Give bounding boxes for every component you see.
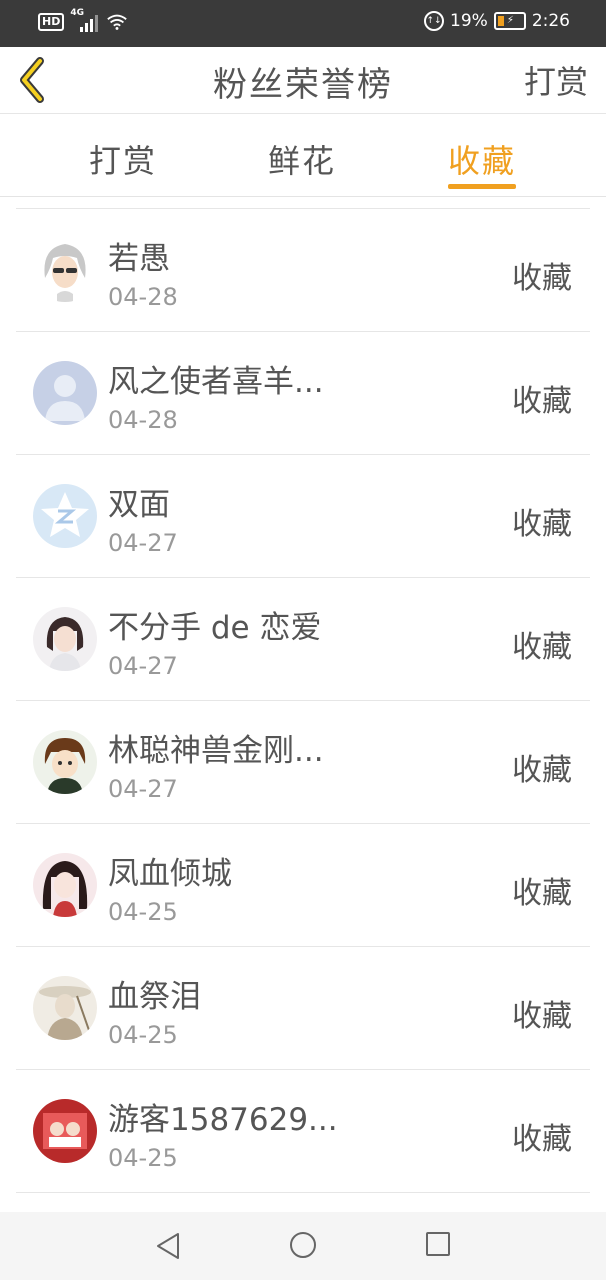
action-label: 收藏 — [512, 876, 572, 911]
date: 04-27 — [108, 775, 178, 803]
tab-flowers[interactable]: 鲜花 — [268, 136, 336, 182]
user-name: 林聪神兽金刚... — [108, 733, 324, 769]
signal-icon: 4G — [70, 8, 100, 32]
date: 04-27 — [108, 529, 178, 557]
action-label: 收藏 — [512, 261, 572, 296]
list-item[interactable]: 不分手 de 恋爱 04-27 收藏 — [16, 578, 590, 701]
status-right: ↑↓ 19% ⚡ 2:26 — [424, 11, 570, 31]
date: 04-27 — [108, 652, 178, 680]
action-label: 收藏 — [512, 384, 572, 419]
tab-tip-label: 打赏 — [89, 142, 158, 180]
date: 04-25 — [108, 898, 178, 926]
tab-bar: 打赏 鲜花 收藏 — [0, 114, 606, 197]
avatar-qq-star — [33, 484, 97, 548]
user-name: 凤血倾城 — [108, 856, 232, 892]
data-saver-icon: ↑↓ — [424, 11, 445, 31]
battery-percent: 19% — [450, 11, 488, 31]
list-item[interactable]: 风之使者喜羊... 04-28 收藏 — [16, 332, 590, 455]
nav-recents-icon[interactable] — [424, 1230, 452, 1258]
system-nav-bar — [0, 1212, 606, 1280]
fan-list: 若愚 04-28 收藏 风之使者喜羊... 04-28 收藏 双面 04-27 … — [16, 208, 590, 1193]
date: 04-28 — [108, 406, 178, 434]
battery-icon: ⚡ — [493, 12, 526, 30]
user-name: 双面 — [108, 487, 170, 523]
avatar-girl-photo — [33, 607, 97, 671]
date: 04-28 — [108, 283, 178, 311]
tab-tip[interactable]: 打赏 — [89, 136, 157, 182]
action-label: 收藏 — [512, 1122, 572, 1157]
action-label: 收藏 — [512, 630, 572, 665]
tip-button[interactable]: 打赏 — [524, 57, 588, 103]
tab-favorites-label: 收藏 — [448, 142, 517, 180]
avatar-anime-girl — [33, 853, 97, 917]
date: 04-25 — [108, 1021, 178, 1049]
hd-badge: HD — [38, 13, 65, 31]
list-item[interactable]: 血祭泪 04-25 收藏 — [16, 947, 590, 1070]
user-name: 游客1587629... — [108, 1102, 338, 1138]
action-label: 收藏 — [512, 753, 572, 788]
list-item[interactable]: 游客1587629... 04-25 收藏 — [16, 1070, 590, 1193]
clock: 2:26 — [531, 11, 570, 31]
nav-home-icon[interactable] — [288, 1230, 318, 1260]
avatar-default-person — [33, 361, 97, 425]
tab-favorites[interactable]: 收藏 — [448, 136, 517, 189]
app-header: 粉丝荣誉榜 打赏 — [0, 47, 606, 114]
page-title: 粉丝荣誉榜 — [213, 65, 393, 105]
user-name: 风之使者喜羊... — [108, 364, 324, 400]
user-name: 若愚 — [108, 241, 170, 277]
tab-flowers-label: 鲜花 — [268, 142, 337, 180]
action-label: 收藏 — [512, 999, 572, 1034]
wifi-icon — [107, 14, 128, 30]
avatar-anime-boy — [33, 730, 97, 794]
avatar-red-photo — [33, 1099, 97, 1163]
list-item[interactable]: 凤血倾城 04-25 收藏 — [16, 824, 590, 947]
action-label: 收藏 — [512, 507, 572, 542]
avatar-ink-warrior — [33, 976, 97, 1040]
nav-back-icon[interactable] — [154, 1230, 182, 1262]
avatar-silver-hair — [33, 238, 97, 302]
user-name: 血祭泪 — [108, 979, 201, 1015]
status-left: HD 4G — [38, 8, 128, 32]
list-item[interactable]: 林聪神兽金刚... 04-27 收藏 — [16, 701, 590, 824]
date: 04-25 — [108, 1144, 178, 1172]
list-item[interactable]: 双面 04-27 收藏 — [16, 455, 590, 578]
status-bar: HD 4G ↑↓ 19% ⚡ 2:26 — [0, 0, 606, 47]
active-tab-indicator — [448, 184, 517, 189]
list-item[interactable]: 若愚 04-28 收藏 — [16, 209, 590, 332]
user-name: 不分手 de 恋爱 — [108, 610, 322, 646]
